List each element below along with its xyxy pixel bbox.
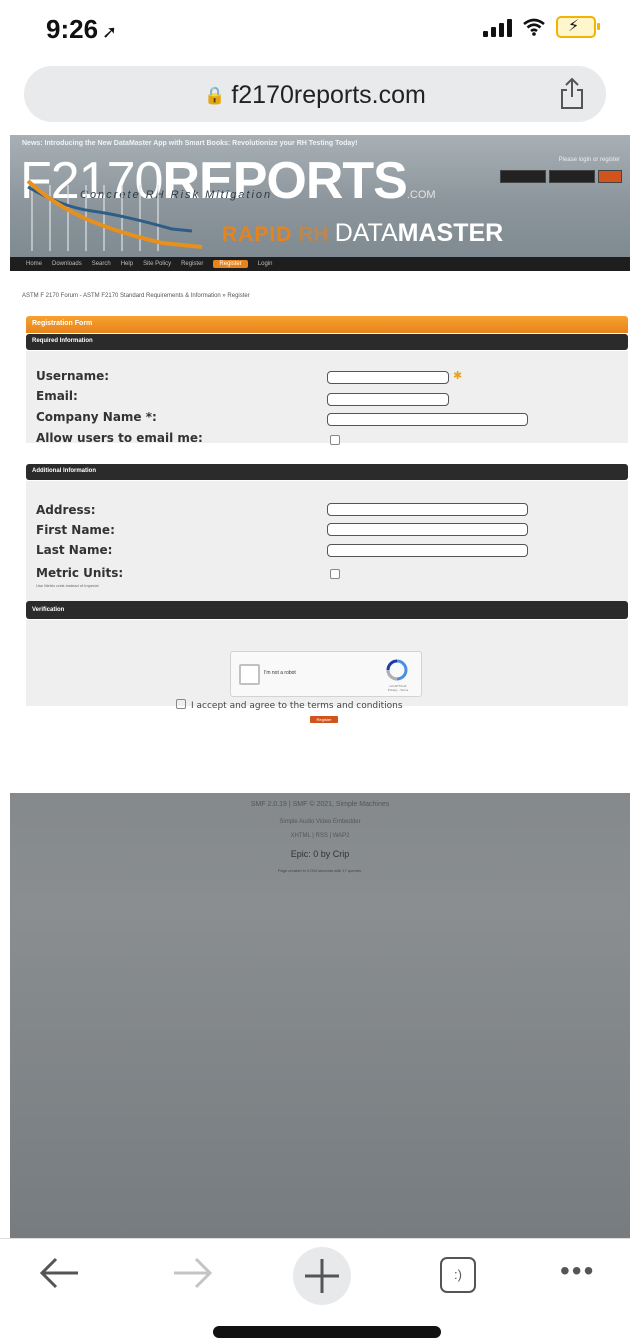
footer-theme: Epic: 0 by Crip xyxy=(290,849,350,859)
form-title: Registration Form xyxy=(32,320,93,327)
web-page: News: Introducing the New DataMaster App… xyxy=(10,135,630,1238)
recaptcha-links[interactable]: Privacy - Terms xyxy=(388,688,409,692)
address-label: Address: xyxy=(36,503,96,517)
login-button[interactable] xyxy=(598,170,622,183)
status-time: 9:26 ➚ xyxy=(46,14,117,45)
form-title-bar: Registration Form xyxy=(26,316,628,333)
address-bar[interactable]: 🔒 f2170reports.com xyxy=(24,66,606,122)
recaptcha-text: I'm not a robot xyxy=(264,670,296,676)
lock-icon: 🔒 xyxy=(204,86,226,105)
product-data: DATA xyxy=(334,219,398,247)
allow-email-checkbox[interactable] xyxy=(330,435,340,445)
register-button[interactable]: Register xyxy=(310,716,338,723)
browser-toolbar: :) ••• xyxy=(0,1238,630,1309)
url-text: f2170reports.com xyxy=(231,81,426,109)
breadcrumb[interactable]: ASTM F 2170 Forum - ASTM F2170 Standard … xyxy=(22,293,250,299)
status-bar: 9:26 ➚ ⚡ xyxy=(0,0,630,58)
login-password-input[interactable] xyxy=(549,170,595,183)
allow-email-label: Allow users to email me: xyxy=(36,431,203,445)
first-name-input[interactable] xyxy=(327,523,528,536)
product-rh: RH xyxy=(298,223,329,246)
required-star-icon: ✱ xyxy=(453,370,463,382)
more-icon[interactable]: ••• xyxy=(560,1257,595,1285)
login-form xyxy=(500,170,622,183)
news-ticker[interactable]: News: Introducing the New DataMaster App… xyxy=(22,140,358,147)
share-icon[interactable] xyxy=(558,77,586,111)
battery-charging-icon: ⚡ xyxy=(556,16,600,38)
login-username-input[interactable] xyxy=(500,170,546,183)
section-bar-required: Required Information xyxy=(26,334,628,350)
recaptcha-checkbox[interactable] xyxy=(239,664,260,685)
required-panel: Username: ✱ Email: Company Name *: Allow… xyxy=(26,351,628,445)
site-nav: Home Downloads Search Help Site Policy R… xyxy=(10,257,630,271)
main-content: ASTM F 2170 Forum - ASTM F2170 Standard … xyxy=(10,271,630,793)
nav-item[interactable]: Home xyxy=(26,261,42,267)
username-input[interactable] xyxy=(327,371,449,384)
section-title: Verification xyxy=(32,607,65,613)
additional-panel: Address: First Name: Last Name: Metric U… xyxy=(26,481,628,601)
footer-copyright[interactable]: SMF 2.0.19 | SMF © 2021, Simple Machines xyxy=(10,801,630,808)
nav-item-active[interactable]: Register xyxy=(213,260,248,268)
plus-icon xyxy=(305,1259,339,1293)
tabs-glyph: :) xyxy=(454,1267,462,1282)
site-header-banner: News: Introducing the New DataMaster App… xyxy=(10,135,630,257)
nav-item[interactable]: Site Policy xyxy=(143,261,171,267)
logo-chart-graphic xyxy=(26,179,203,251)
nav-item[interactable]: Login xyxy=(258,261,273,267)
recaptcha-widget[interactable]: I'm not a robot reCAPTCHA Privacy - Terms xyxy=(230,651,422,697)
terms-checkbox[interactable] xyxy=(176,699,186,709)
tabs-icon[interactable]: :) xyxy=(440,1257,476,1293)
recaptcha-brand: reCAPTCHA Privacy - Terms xyxy=(381,684,415,692)
status-icons: ⚡ xyxy=(483,16,600,38)
nav-item[interactable]: Downloads xyxy=(52,261,82,267)
terms-row: I accept and agree to the terms and cond… xyxy=(176,699,403,711)
first-name-label: First Name: xyxy=(36,523,115,537)
footer-page-stats: Page created in 0.034 seconds with 17 qu… xyxy=(277,868,363,873)
section-title: Required Information xyxy=(32,338,93,344)
metric-units-label: Metric Units: xyxy=(36,566,124,580)
product-master: MASTER xyxy=(397,219,504,247)
section-title: Additional Information xyxy=(32,468,96,474)
url-display[interactable]: 🔒 f2170reports.com xyxy=(24,81,606,110)
email-input[interactable] xyxy=(327,393,449,406)
logo-suffix: .COM xyxy=(406,189,436,201)
product-rapid: RAPID xyxy=(222,223,293,246)
nav-item[interactable]: Search xyxy=(92,261,111,267)
new-tab-button[interactable] xyxy=(293,1247,351,1305)
email-label: Email: xyxy=(36,389,78,403)
company-label: Company Name *: xyxy=(36,410,157,424)
home-indicator[interactable] xyxy=(213,1326,441,1338)
username-label: Username: xyxy=(36,369,110,383)
login-hint: Please login or register xyxy=(558,157,620,163)
nav-item[interactable]: Register xyxy=(181,261,203,267)
recaptcha-logo-icon xyxy=(386,659,408,681)
last-name-input[interactable] xyxy=(327,544,528,557)
footer-plugin[interactable]: Simple Audio Video Embedder xyxy=(10,819,630,825)
metric-units-checkbox[interactable] xyxy=(330,569,340,579)
last-name-label: Last Name: xyxy=(36,543,113,557)
terms-text[interactable]: I accept and agree to the terms and cond… xyxy=(191,701,403,711)
location-arrow-icon: ➚ xyxy=(102,22,118,42)
back-arrow-icon[interactable] xyxy=(38,1253,82,1293)
verification-panel: I'm not a robot reCAPTCHA Privacy - Terms xyxy=(26,620,628,706)
signal-bars-icon xyxy=(483,17,512,37)
wifi-icon xyxy=(523,18,545,36)
time-text: 9:26 xyxy=(46,14,99,44)
footer-links[interactable]: XHTML | RSS | WAP2 xyxy=(10,833,630,839)
metric-units-note: Use Metric units instead of Imperial xyxy=(36,583,99,588)
forward-arrow-icon[interactable] xyxy=(170,1253,214,1293)
section-bar-verification: Verification xyxy=(26,603,628,619)
section-bar-additional-title: Additional Information xyxy=(26,464,628,480)
address-input[interactable] xyxy=(327,503,528,516)
product-wordmark: RAPID RH DATAMASTER xyxy=(222,219,503,248)
company-input[interactable] xyxy=(327,413,528,426)
nav-item[interactable]: Help xyxy=(121,261,133,267)
